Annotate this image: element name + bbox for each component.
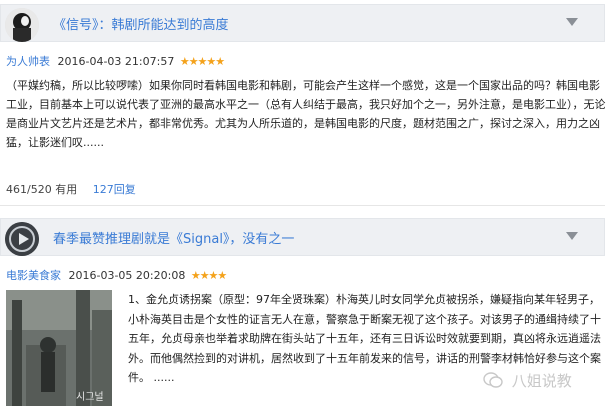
rating-stars: ★★★★ (190, 269, 227, 282)
username-link[interactable]: 为人帅表 (6, 55, 50, 68)
review-title[interactable]: 《信号》：韩剧所能达到的高度 (53, 14, 229, 33)
review-meta: 为人帅表 2016-04-03 21:07:57 ★★★★★ (6, 53, 225, 69)
review-header[interactable]: 春季最赞推理剧就是《Signal》，没有之一 (0, 218, 605, 256)
chevron-down-icon[interactable] (566, 18, 578, 26)
replies-link[interactable]: 127回复 (93, 183, 136, 196)
divider (0, 205, 605, 206)
useful-count[interactable]: 461/520 有用 (6, 183, 77, 196)
wechat-icon (483, 371, 503, 392)
review-stats: 461/520 有用 127回复 (6, 181, 136, 197)
drama-poster-image[interactable]: 시그널 (6, 290, 112, 406)
rating-stars: ★★★★★ (179, 55, 225, 68)
review-body: （平媒约稿，所以比较啰嗦）如果你同时看韩国电影和韩剧，可能会产生这样一个感觉，这… (6, 79, 606, 149)
review-date: 2016-03-05 20:20:08 (68, 269, 186, 282)
username-link[interactable]: 电影美食家 (6, 269, 61, 282)
review-date: 2016-04-03 21:07:57 (57, 55, 175, 68)
watermark: 八姐说教 (483, 370, 572, 392)
avatar[interactable] (5, 222, 39, 256)
avatar[interactable] (5, 8, 39, 42)
review-title[interactable]: 春季最赞推理剧就是《Signal》，没有之一 (53, 228, 294, 247)
review-meta: 电影美食家 2016-03-05 20:20:08 ★★★★ (6, 267, 227, 283)
watermark-text: 八姐说教 (511, 372, 572, 390)
review-header[interactable]: 《信号》：韩剧所能达到的高度 (0, 4, 605, 42)
poster-title-text: 시그널 (76, 392, 104, 403)
chevron-down-icon[interactable] (566, 232, 578, 240)
